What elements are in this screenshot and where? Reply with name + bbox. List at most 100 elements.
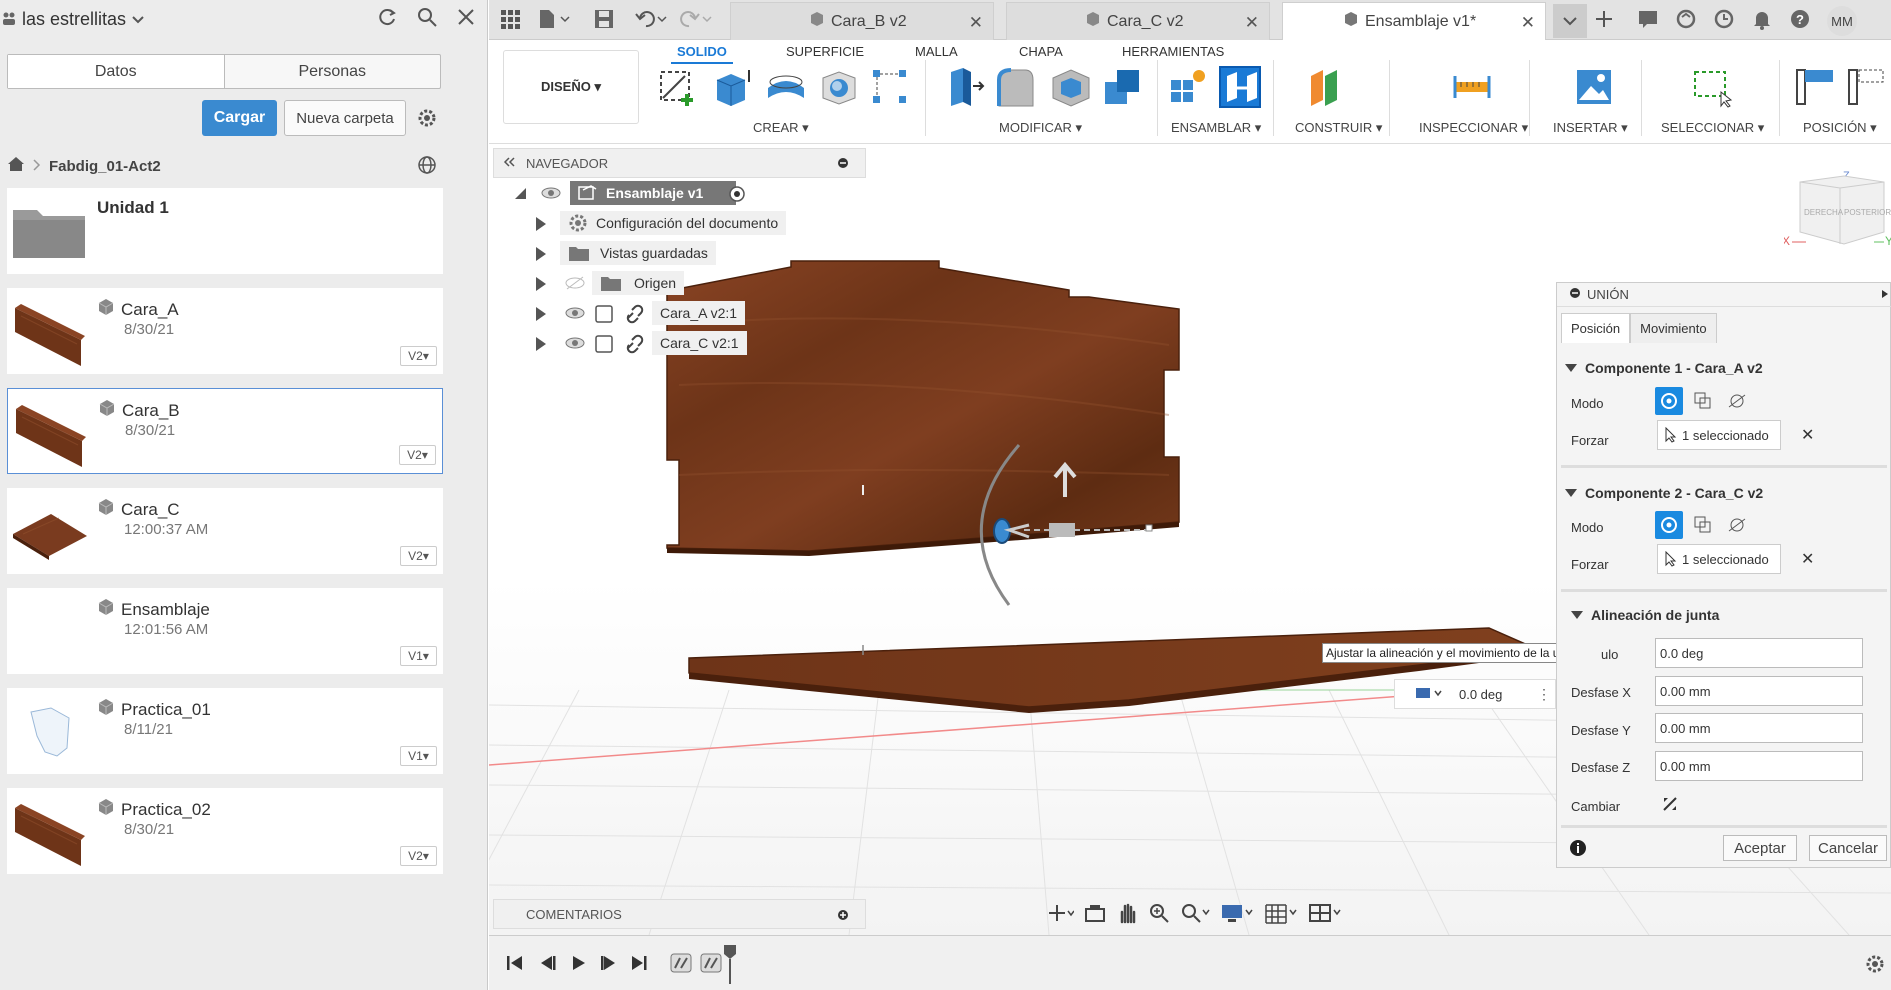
tree-expand-icon[interactable]: [514, 187, 528, 204]
design-item[interactable]: Practica_01 8/11/21 V1▾: [7, 688, 443, 774]
angle-type-icon[interactable]: [1415, 686, 1443, 703]
offset-z-input[interactable]: 0.00 mm: [1655, 751, 1863, 781]
item-thumbnail[interactable]: [11, 496, 87, 566]
item-thumbnail[interactable]: [11, 796, 87, 866]
item-name[interactable]: Practica_01: [97, 698, 211, 721]
add-comment-icon[interactable]: [837, 908, 849, 925]
fillet-icon[interactable]: [995, 66, 1037, 108]
item-name[interactable]: Cara_B: [98, 399, 180, 422]
version-badge[interactable]: V2▾: [400, 346, 437, 366]
collapse-icon[interactable]: [502, 155, 516, 173]
job-status-icon[interactable]: [1713, 8, 1735, 34]
browser-panel-header[interactable]: NAVEGADOR: [493, 148, 866, 178]
flip-icon[interactable]: [1661, 795, 1679, 817]
capture-position-icon[interactable]: [1793, 66, 1835, 108]
item-name[interactable]: Ensamblaje: [97, 598, 210, 621]
angle-manipulator-value[interactable]: 0.0 deg: [1459, 687, 1502, 702]
refresh-icon[interactable]: [376, 6, 398, 28]
file-menu-icon[interactable]: [537, 8, 571, 34]
pan-icon[interactable]: [1116, 902, 1138, 928]
component1-selection[interactable]: 1 seleccionado: [1657, 420, 1781, 450]
two-edge-intersection-icon[interactable]: [1723, 511, 1751, 539]
item-name[interactable]: Cara_A: [97, 298, 179, 321]
tab-overflow-icon[interactable]: [1553, 4, 1587, 38]
upload-button[interactable]: Cargar: [202, 100, 277, 136]
eye-icon[interactable]: [564, 335, 586, 354]
clear-selection-icon[interactable]: ✕: [1801, 425, 1814, 445]
close-tab-icon[interactable]: ✕: [1521, 13, 1535, 33]
new-folder-button[interactable]: Nueva carpeta: [284, 100, 406, 136]
revolve-icon[interactable]: [765, 66, 807, 108]
simple-mode-icon[interactable]: [1655, 511, 1683, 539]
eye-icon[interactable]: [540, 185, 562, 204]
version-badge[interactable]: V2▾: [400, 846, 437, 866]
save-icon[interactable]: [593, 8, 615, 34]
version-badge[interactable]: V2▾: [400, 546, 437, 566]
grid-menu-icon[interactable]: [499, 8, 521, 34]
group-ensamblar[interactable]: ENSAMBLAR ▾: [1171, 120, 1261, 136]
group-posicion[interactable]: POSICIÓN ▾: [1803, 120, 1877, 136]
joint-dialog-header[interactable]: UNIÓN: [1557, 283, 1891, 307]
orbit-icon[interactable]: [1048, 903, 1075, 927]
component2-selection[interactable]: 1 seleccionado: [1657, 544, 1781, 574]
item-thumbnail[interactable]: [11, 196, 87, 266]
two-edge-intersection-icon[interactable]: [1723, 387, 1751, 415]
shell-icon[interactable]: [1049, 66, 1091, 108]
team-selector[interactable]: las estrellitas: [2, 9, 144, 30]
zoom-icon[interactable]: [1148, 902, 1170, 928]
tab-chapa[interactable]: CHAPA: [1019, 44, 1063, 59]
offset-x-input[interactable]: 0.00 mm: [1655, 676, 1863, 706]
timeline-feature-icon[interactable]: [669, 952, 693, 978]
item-thumbnail[interactable]: [11, 596, 87, 666]
grid-settings-icon[interactable]: [1264, 902, 1298, 928]
close-icon[interactable]: [456, 6, 476, 28]
viewports-icon[interactable]: [1308, 902, 1342, 928]
joint-icon[interactable]: [1219, 66, 1261, 108]
item-name[interactable]: Practica_02: [97, 798, 211, 821]
tab-movimiento[interactable]: Movimiento: [1630, 313, 1717, 343]
measure-icon[interactable]: [1451, 66, 1493, 108]
combine-icon[interactable]: [1101, 66, 1143, 108]
undo-icon[interactable]: [634, 8, 668, 34]
group-seleccionar[interactable]: SELECCIONAR ▾: [1661, 120, 1764, 136]
tab-superficie[interactable]: SUPERFICIE: [786, 44, 864, 59]
comments-panel[interactable]: COMENTARIOS: [493, 899, 866, 929]
tab-personas[interactable]: Personas: [225, 55, 441, 88]
insert-image-icon[interactable]: [1573, 66, 1615, 108]
between-two-faces-icon[interactable]: [1689, 511, 1717, 539]
version-badge[interactable]: V2▾: [399, 445, 436, 465]
close-tab-icon[interactable]: ✕: [969, 13, 983, 33]
extensions-icon[interactable]: [1675, 8, 1697, 34]
tab-posicion[interactable]: Posición: [1561, 313, 1631, 343]
gear-icon[interactable]: [416, 107, 438, 129]
step-back-icon[interactable]: [537, 954, 557, 976]
cube-face-back[interactable]: POSTERIOR: [1844, 208, 1891, 217]
view-cube[interactable]: Z DERECHA POSTERIOR X Y: [1782, 170, 1891, 254]
info-icon[interactable]: [1569, 839, 1587, 861]
eye-icon[interactable]: [564, 305, 586, 324]
notifications-icon[interactable]: [1751, 8, 1773, 34]
angle-input[interactable]: 0.0 deg: [1655, 638, 1863, 668]
clear-selection-icon[interactable]: ✕: [1801, 549, 1814, 569]
chat-icon[interactable]: [1637, 8, 1659, 34]
go-to-end-icon[interactable]: [629, 954, 649, 976]
tab-herramientas[interactable]: HERRAMIENTAS: [1122, 44, 1224, 59]
group-crear[interactable]: CREAR ▾: [753, 120, 809, 136]
version-badge[interactable]: V1▾: [400, 646, 437, 666]
doc-tab-cara-c[interactable]: Cara_C v2 ✕: [1006, 2, 1270, 40]
offset-plane-icon[interactable]: [1307, 66, 1349, 108]
component1-section[interactable]: Componente 1 - Cara_A v2: [1565, 360, 1763, 376]
expand-dialog-icon[interactable]: [1880, 288, 1890, 303]
joint-point[interactable]: [1145, 524, 1153, 532]
design-item[interactable]: Cara_A 8/30/21 V2▾: [7, 288, 443, 374]
item-name[interactable]: Cara_C: [97, 498, 180, 521]
look-at-icon[interactable]: [1084, 903, 1106, 927]
home-icon[interactable]: [7, 156, 25, 176]
new-tab-icon[interactable]: [1593, 8, 1615, 34]
accept-button[interactable]: Aceptar: [1723, 835, 1797, 861]
timeline-marker[interactable]: [723, 944, 737, 988]
item-thumbnail[interactable]: [11, 696, 87, 766]
cube-face-right[interactable]: DERECHA: [1804, 208, 1844, 217]
globe-icon[interactable]: [416, 154, 438, 176]
pattern-icon[interactable]: [869, 66, 911, 108]
